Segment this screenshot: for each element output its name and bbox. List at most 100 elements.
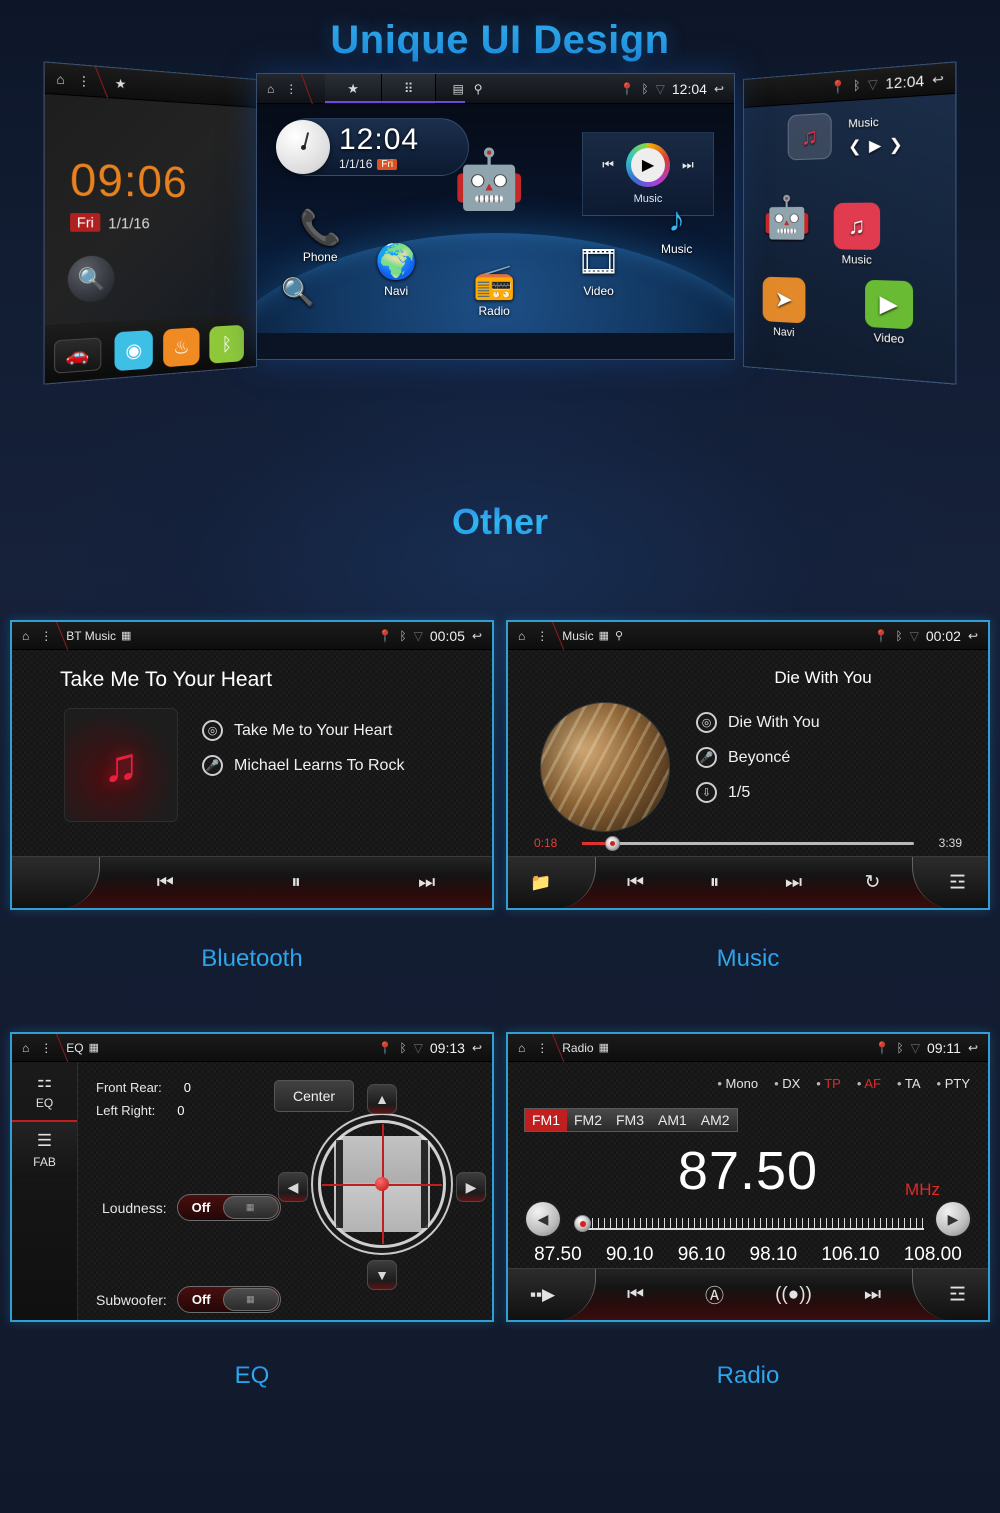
app-radio[interactable]: 📻 Radio: [473, 265, 515, 318]
search-icon[interactable]: 🔍: [67, 255, 115, 303]
band-fm1[interactable]: FM1: [525, 1109, 567, 1131]
carousel-screen-left[interactable]: ⌂ ⋮ ★ 09:06 Fri 1/1/16 🔍 🚗 ◉ Navi ♨ Radi…: [43, 61, 258, 385]
carousel-screen-center[interactable]: ⌂ ⋮ ★ ⠿ ▤ ⚲ 📍 ᛒ ▽ 12:04 ↩ 12:04 1/1/16 F…: [256, 73, 735, 360]
clock-widget[interactable]: 12:04 1/1/16 Fri: [276, 118, 469, 176]
overflow-icon[interactable]: ⋮: [40, 629, 52, 643]
flag-af[interactable]: AF: [857, 1076, 881, 1091]
right-arrow-icon[interactable]: ▶: [456, 1172, 486, 1202]
app-video[interactable]: 🎞 Video: [577, 245, 620, 298]
sidebar-item-fab[interactable]: ☰ FAB: [12, 1120, 77, 1178]
home-icon[interactable]: ⌂: [267, 82, 274, 96]
radio-panel[interactable]: ⌂ ⋮ Radio ▦ 📍 ᛒ ▽ 09:11 ↩ Mono DX TP AF …: [506, 1032, 990, 1322]
band-fm2[interactable]: FM2: [567, 1109, 609, 1131]
back-icon[interactable]: ↩: [472, 1041, 482, 1055]
home-icon[interactable]: ⌂: [56, 71, 64, 87]
band-scan-button[interactable]: ▪▪▶: [530, 1285, 555, 1305]
subwoofer-toggle[interactable]: Off ▦: [176, 1286, 281, 1313]
overflow-icon[interactable]: ⋮: [536, 1041, 548, 1055]
pause-button[interactable]: ⏸: [231, 872, 362, 894]
music-panel[interactable]: ⌂ ⋮ Music ▦ ⚲ 📍 ᛒ ▽ 00:02 ↩ Die With You…: [506, 620, 990, 910]
bluetooth-panel[interactable]: ⌂ ⋮ BT Music ▦ 📍 ᛒ ▽ 00:05 ↩ Take Me To …: [10, 620, 494, 910]
home-icon[interactable]: ⌂: [518, 1041, 525, 1055]
back-icon[interactable]: ↩: [714, 82, 724, 96]
folder-button[interactable]: 📁: [530, 873, 551, 893]
tune-up-icon[interactable]: ▶: [936, 1202, 970, 1236]
down-arrow-icon[interactable]: ▼: [367, 1260, 397, 1290]
back-icon[interactable]: ↩: [932, 71, 944, 87]
flag-pty[interactable]: PTY: [937, 1076, 970, 1091]
sidebar-item-navi[interactable]: ◉ Navi: [114, 330, 153, 385]
next-station-button[interactable]: ⏭: [833, 1284, 912, 1306]
app-navi[interactable]: 🌍 Navi: [375, 245, 417, 298]
sidebar-item-phone[interactable]: ᛒ Phone: [209, 324, 244, 379]
left-day-chip: Fri: [70, 213, 101, 232]
home-icon[interactable]: ⌂: [22, 1041, 29, 1055]
up-arrow-icon[interactable]: ▲: [367, 1084, 397, 1114]
auto-scan-button[interactable]: Ⓐ: [675, 1281, 754, 1308]
overflow-icon[interactable]: ⋮: [77, 72, 90, 88]
prev-button[interactable]: ⏮: [100, 872, 231, 894]
left-app-label: Phone: [214, 366, 240, 379]
sidebar-item-radio[interactable]: ♨ Radio: [163, 327, 200, 383]
center-button[interactable]: Center: [274, 1080, 355, 1112]
app-music[interactable]: ♪ Music: [661, 203, 692, 256]
flag-tp[interactable]: TP: [816, 1076, 841, 1091]
carousel-screen-right[interactable]: 📍 ᛒ ▽ 12:04 ↩ ♫ Music ❮▶❯ 🤖 ♫ Music ➤ Na…: [743, 61, 957, 385]
left-arrow-icon[interactable]: ◀: [278, 1172, 308, 1202]
app-music[interactable]: ♫ Music: [833, 202, 881, 267]
prev-button[interactable]: ⏮: [596, 872, 675, 894]
overflow-icon[interactable]: ⋮: [536, 629, 548, 643]
balance-pad[interactable]: [318, 1120, 446, 1248]
left-right-label: Left Right:: [96, 1103, 156, 1118]
prev-icon[interactable]: ⏮: [602, 157, 614, 173]
rd-status-title: Radio: [562, 1040, 594, 1055]
signal-button[interactable]: ((●)): [754, 1284, 833, 1306]
tuning-scale[interactable]: [572, 1208, 924, 1232]
seek-track[interactable]: [582, 835, 914, 851]
star-icon[interactable]: ★: [115, 75, 127, 91]
image-icon[interactable]: ▤: [452, 82, 463, 96]
equalizer-button[interactable]: ☲: [949, 871, 966, 894]
car-icon[interactable]: 🚗: [53, 337, 102, 374]
next-button[interactable]: ⏭: [754, 872, 833, 894]
flag-dx[interactable]: DX: [774, 1076, 800, 1091]
center-home-screen: 12:04 1/1/16 Fri ⏮ ▶ ⏭ Music 🤖 �: [257, 104, 734, 333]
usb-icon[interactable]: ⚲: [474, 82, 483, 96]
band-fm3[interactable]: FM3: [609, 1109, 651, 1131]
flag-mono[interactable]: Mono: [717, 1076, 759, 1091]
overflow-icon[interactable]: ⋮: [285, 82, 297, 96]
flag-ta[interactable]: TA: [897, 1076, 921, 1091]
home-icon[interactable]: ⌂: [518, 629, 525, 643]
next-button[interactable]: ⏭: [361, 872, 492, 894]
app-navi[interactable]: ➤ Navi: [762, 276, 806, 340]
repeat-button[interactable]: ↻: [833, 871, 912, 894]
prev-station-button[interactable]: ⏮: [596, 1284, 675, 1306]
seek-bar[interactable]: 0:18 3:39: [508, 835, 988, 851]
pause-button[interactable]: ⏸: [675, 872, 754, 894]
equalizer-button[interactable]: ☲: [949, 1283, 966, 1306]
overflow-icon[interactable]: ⋮: [40, 1041, 52, 1055]
tuning-cursor[interactable]: [574, 1215, 591, 1232]
balance-handle[interactable]: [375, 1177, 389, 1191]
back-icon[interactable]: ↩: [968, 1041, 978, 1055]
tab-favorites[interactable]: ★: [325, 74, 382, 104]
next-icon[interactable]: ⏭: [682, 157, 694, 173]
app-video[interactable]: ▶ Video: [865, 279, 914, 347]
eq-panel[interactable]: ⌂ ⋮ EQ ▦ 📍 ᛒ ▽ 09:13 ↩ ⚏ EQ ☰ FAB Front …: [10, 1032, 494, 1322]
band-am2[interactable]: AM2: [694, 1109, 737, 1131]
band-am1[interactable]: AM1: [651, 1109, 694, 1131]
search-button[interactable]: 🔍: [281, 279, 315, 306]
home-icon[interactable]: ⌂: [22, 629, 29, 643]
app-phone[interactable]: 📞 Phone: [299, 211, 341, 264]
right-widget-transport[interactable]: ❮▶❯: [848, 134, 910, 156]
back-icon[interactable]: ↩: [968, 629, 978, 643]
tab-apps[interactable]: ⠿: [381, 74, 437, 104]
play-icon[interactable]: ▶: [626, 143, 670, 187]
loudness-toggle[interactable]: Off ▦: [176, 1194, 281, 1221]
sidebar-item-eq[interactable]: ⚏ EQ: [12, 1062, 77, 1120]
sdcard-icon: ▦: [598, 1042, 610, 1054]
tune-down-icon[interactable]: ◀: [526, 1202, 560, 1236]
back-icon[interactable]: ↩: [472, 629, 482, 643]
right-music-widget[interactable]: ♫: [787, 112, 832, 161]
seek-handle[interactable]: [604, 835, 620, 851]
